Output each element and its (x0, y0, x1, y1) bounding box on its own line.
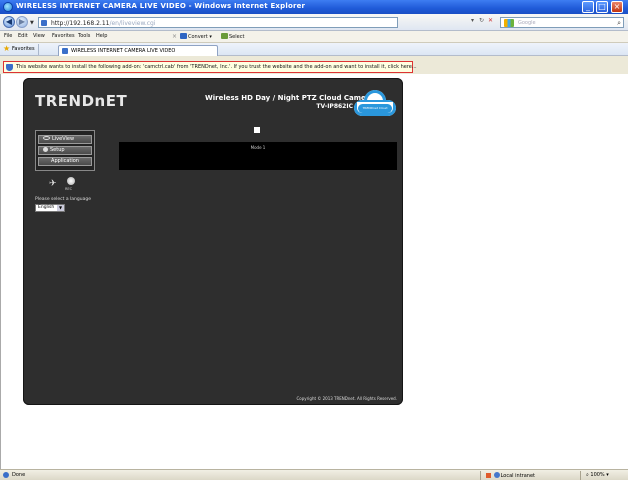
snapshot-icon[interactable]: ✈ (49, 179, 57, 189)
record-icon[interactable] (67, 177, 75, 185)
page-content: TRENDnET Wireless HD Day / Night PTZ Clo… (0, 74, 628, 469)
camera-sidebar: LiveView Setup Application ✈ REC Please … (35, 130, 95, 212)
live-view-button[interactable]: LiveView (38, 135, 92, 144)
language-prompt: Please select a language (35, 197, 91, 202)
menu-file[interactable]: File (4, 33, 12, 39)
model-number: TV-IP862IC (316, 103, 353, 110)
shield-icon (6, 64, 13, 71)
window-title: WIRELESS INTERNET CAMERA LIVE VIDEO - Wi… (16, 2, 306, 10)
menu-help[interactable]: Help (96, 33, 107, 39)
setup-gear-icon (43, 147, 48, 152)
menu-bar: File Edit View Favorites Tools Help × Co… (0, 31, 628, 43)
search-icon[interactable]: ⌕ (617, 19, 621, 28)
address-toolbar: ◀ ▶ ▼ http://192.168.2.11/en/liveview.cg… (0, 14, 628, 31)
stop-icon[interactable]: ✕ (486, 17, 495, 24)
url-host: http://192.168.2.11 (51, 20, 110, 27)
video-mode-label: Mode 1 (250, 145, 266, 150)
address-tools: ▾ ↻ ✕ (468, 17, 498, 28)
status-text: Done (12, 472, 26, 478)
favorites-button[interactable]: Favorites (12, 46, 35, 52)
status-separator (580, 471, 581, 480)
menu-edit[interactable]: Edit (18, 33, 28, 39)
camera-panel: TRENDnET Wireless HD Day / Night PTZ Clo… (23, 78, 403, 405)
address-input[interactable]: http://192.168.2.11/en/liveview.cgi (38, 17, 398, 28)
record-label: REC (65, 187, 73, 191)
protected-mode-icon (486, 473, 491, 478)
favorites-bar: ★ Favorites WIRELESS INTERNET CAMERA LIV… (0, 43, 628, 56)
convert-icon (180, 33, 187, 39)
search-provider-icon[interactable] (504, 19, 514, 27)
zoom-level: 100% (590, 472, 605, 478)
setup-button[interactable]: Setup (38, 146, 92, 155)
close-button[interactable]: × (611, 1, 623, 13)
convert-button[interactable]: Convert ▾ (180, 33, 212, 40)
cloud-badge-text: TRENDnet Cloud (358, 104, 392, 113)
zoom-control[interactable]: ⌕ 100% ▾ (586, 472, 609, 478)
tab-page-icon (62, 48, 68, 54)
setup-label: Setup (50, 147, 65, 153)
forward-button[interactable]: ▶ (16, 16, 28, 28)
brand-logo: TRENDnET (35, 92, 128, 110)
convert-label: Convert (188, 34, 208, 40)
mode-indicator-icon (254, 127, 260, 133)
addon-message: This website wants to install the follow… (16, 64, 417, 70)
status-bar: Done Local intranet ⌕ 100% ▾ (0, 469, 628, 480)
menu-tools[interactable]: Tools (78, 33, 90, 39)
url-path: /en/liveview.cgi (109, 20, 156, 27)
security-zone[interactable]: Local intranet (486, 472, 535, 479)
language-selected-value: English (38, 205, 55, 210)
chevron-down-icon: ▼ (57, 205, 64, 211)
capture-controls: ✈ REC (35, 175, 95, 195)
page-icon (41, 20, 47, 26)
maximize-button[interactable]: □ (596, 1, 608, 13)
application-button[interactable]: Application (38, 157, 92, 166)
select-button[interactable]: Select (221, 33, 244, 40)
select-icon (221, 33, 228, 39)
page-status-icon (3, 472, 9, 478)
live-view-label: LiveView (52, 136, 75, 142)
favorites-star-icon[interactable]: ★ (3, 45, 10, 53)
menu-favorites[interactable]: Favorites (52, 33, 75, 39)
select-label: Select (229, 34, 245, 40)
recent-pages-dropdown-icon[interactable]: ▼ (30, 20, 34, 26)
addon-information-bar[interactable]: This website wants to install the follow… (3, 61, 417, 73)
refresh-icon[interactable]: ↻ (477, 17, 486, 24)
video-viewport[interactable]: Mode 1 (119, 142, 397, 170)
intranet-zone-icon (493, 472, 500, 478)
minimize-button[interactable]: _ (582, 1, 594, 13)
toolbar-separator: × (172, 33, 178, 40)
search-input[interactable]: Google ⌕ (500, 17, 624, 28)
zone-label: Local intranet (500, 473, 535, 479)
address-dropdown-icon[interactable]: ▾ (468, 17, 477, 24)
back-button[interactable]: ◀ (3, 16, 15, 28)
menu-view[interactable]: View (33, 33, 45, 39)
browser-tab[interactable]: WIRELESS INTERNET CAMERA LIVE VIDEO (58, 45, 218, 56)
copyright-text: Copyright © 2013 TRENDnet. All Rights Re… (296, 396, 397, 401)
search-placeholder: Google (518, 20, 536, 26)
product-title: Wireless HD Day / Night PTZ Cloud Camera (205, 94, 374, 102)
internet-explorer-icon (3, 2, 13, 12)
favorites-separator (38, 44, 39, 55)
eye-icon (43, 136, 50, 140)
window-title-bar: WIRELESS INTERNET CAMERA LIVE VIDEO - Wi… (0, 0, 628, 14)
application-label: Application (51, 158, 79, 164)
cloud-icon: TRENDnet Cloud (354, 90, 396, 118)
language-select[interactable]: English ▼ (35, 204, 65, 212)
status-separator (480, 471, 481, 480)
nav-button-group: LiveView Setup Application (35, 130, 95, 171)
tab-label: WIRELESS INTERNET CAMERA LIVE VIDEO (71, 48, 176, 54)
